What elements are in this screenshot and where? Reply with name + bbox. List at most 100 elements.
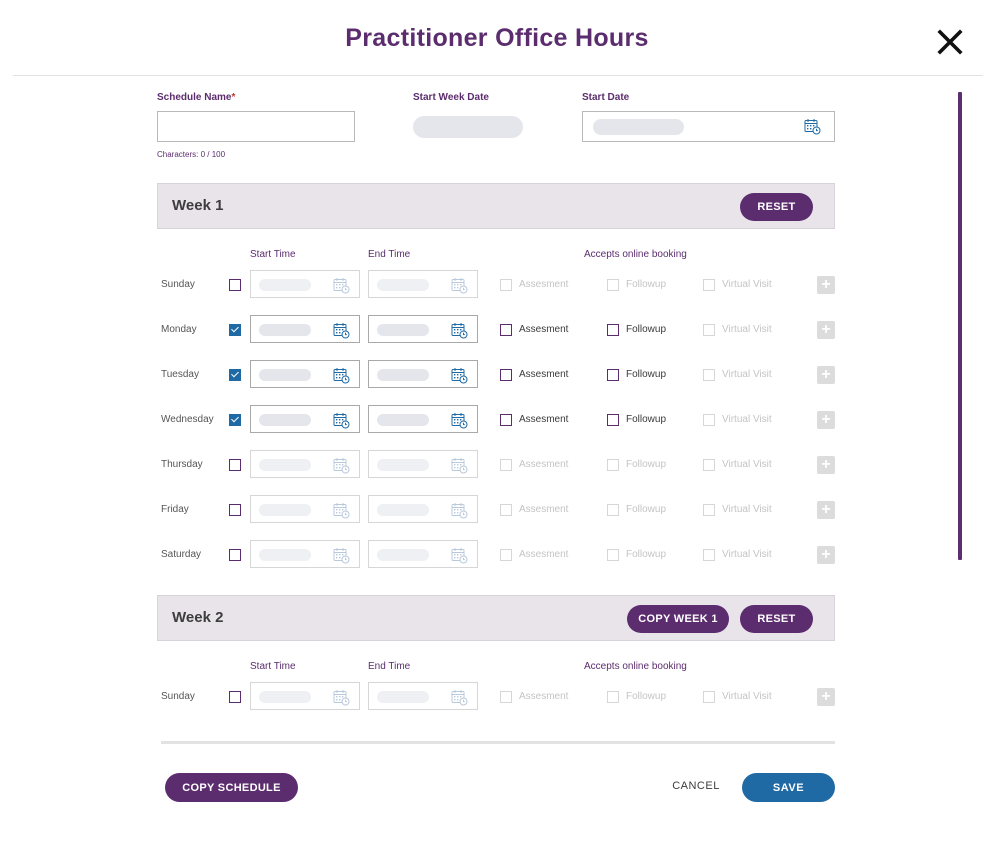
followup-label: Followup [626, 691, 667, 702]
followup-checkbox[interactable] [607, 691, 619, 703]
add-time-slot-button[interactable]: + [817, 501, 835, 519]
end-time-input[interactable] [368, 540, 478, 568]
day-row-monday: Monday Assesment Followup Virtual Visit + [157, 315, 837, 345]
day-enabled-checkbox[interactable] [229, 691, 241, 703]
start-time-value [259, 691, 311, 703]
assessment-label: Assesment [519, 279, 569, 290]
add-time-slot-button[interactable]: + [817, 366, 835, 384]
assessment-checkbox[interactable] [500, 504, 512, 516]
day-enabled-checkbox[interactable] [229, 459, 241, 471]
cancel-button[interactable]: CANCEL [664, 780, 728, 796]
day-enabled-checkbox[interactable] [229, 504, 241, 516]
calendar-icon[interactable] [333, 457, 350, 474]
day-name: Thursday [161, 459, 203, 470]
add-time-slot-button[interactable]: + [817, 546, 835, 564]
calendar-icon[interactable] [451, 457, 468, 474]
virtual-visit-checkbox[interactable] [703, 414, 715, 426]
calendar-icon[interactable] [333, 412, 350, 429]
calendar-icon[interactable] [333, 367, 350, 384]
start-time-input[interactable] [250, 315, 360, 343]
day-enabled-checkbox[interactable] [229, 279, 241, 291]
copy-schedule-button[interactable]: COPY SCHEDULE [165, 773, 298, 802]
calendar-icon[interactable] [804, 118, 821, 135]
calendar-icon[interactable] [451, 689, 468, 706]
end-time-input[interactable] [368, 360, 478, 388]
assessment-checkbox[interactable] [500, 691, 512, 703]
calendar-icon[interactable] [451, 412, 468, 429]
calendar-icon[interactable] [451, 322, 468, 339]
virtual-visit-checkbox[interactable] [703, 459, 715, 471]
add-time-slot-button[interactable]: + [817, 276, 835, 294]
assessment-checkbox[interactable] [500, 369, 512, 381]
add-time-slot-button[interactable]: + [817, 456, 835, 474]
virtual-visit-checkbox[interactable] [703, 549, 715, 561]
calendar-icon[interactable] [333, 322, 350, 339]
day-enabled-checkbox[interactable] [229, 369, 241, 381]
start-time-input[interactable] [250, 495, 360, 523]
virtual-visit-checkbox[interactable] [703, 504, 715, 516]
followup-checkbox[interactable] [607, 549, 619, 561]
assessment-checkbox[interactable] [500, 459, 512, 471]
copy-week-1-button[interactable]: COPY WEEK 1 [627, 605, 729, 633]
day-name: Tuesday [161, 369, 199, 380]
header-divider [13, 75, 983, 76]
followup-checkbox[interactable] [607, 369, 619, 381]
virtual-visit-checkbox[interactable] [703, 691, 715, 703]
end-time-input[interactable] [368, 682, 478, 710]
day-name: Saturday [161, 549, 202, 560]
virtual-visit-checkbox[interactable] [703, 369, 715, 381]
plus-icon: + [821, 546, 831, 563]
reset-week-2-button[interactable]: RESET [740, 605, 813, 633]
assessment-label: Assesment [519, 414, 569, 425]
calendar-icon[interactable] [333, 547, 350, 564]
calendar-icon[interactable] [451, 277, 468, 294]
end-time-input[interactable] [368, 405, 478, 433]
followup-checkbox[interactable] [607, 279, 619, 291]
start-time-input[interactable] [250, 360, 360, 388]
followup-checkbox[interactable] [607, 504, 619, 516]
followup-checkbox[interactable] [607, 459, 619, 471]
reset-week-1-button[interactable]: RESET [740, 193, 813, 221]
followup-checkbox[interactable] [607, 414, 619, 426]
calendar-icon[interactable] [451, 502, 468, 519]
end-time-input[interactable] [368, 270, 478, 298]
add-time-slot-button[interactable]: + [817, 321, 835, 339]
start-time-header: Start Time [250, 249, 296, 260]
start-time-input[interactable] [250, 682, 360, 710]
online-booking-header: Accepts online booking [584, 661, 687, 672]
save-button[interactable]: SAVE [742, 773, 835, 802]
end-time-value [377, 414, 429, 426]
close-button[interactable] [936, 28, 964, 56]
add-time-slot-button[interactable]: + [817, 688, 835, 706]
day-name: Sunday [161, 691, 195, 702]
calendar-icon[interactable] [451, 367, 468, 384]
end-time-input[interactable] [368, 495, 478, 523]
assessment-checkbox[interactable] [500, 414, 512, 426]
calendar-icon[interactable] [333, 689, 350, 706]
assessment-checkbox[interactable] [500, 549, 512, 561]
start-time-input[interactable] [250, 540, 360, 568]
assessment-checkbox[interactable] [500, 324, 512, 336]
start-time-input[interactable] [250, 270, 360, 298]
calendar-icon[interactable] [451, 547, 468, 564]
end-time-value [377, 324, 429, 336]
followup-label: Followup [626, 549, 667, 560]
followup-checkbox[interactable] [607, 324, 619, 336]
virtual-visit-checkbox[interactable] [703, 279, 715, 291]
end-time-input[interactable] [368, 450, 478, 478]
end-time-input[interactable] [368, 315, 478, 343]
calendar-icon[interactable] [333, 277, 350, 294]
day-enabled-checkbox[interactable] [229, 549, 241, 561]
virtual-visit-checkbox[interactable] [703, 324, 715, 336]
day-enabled-checkbox[interactable] [229, 414, 241, 426]
day-enabled-checkbox[interactable] [229, 324, 241, 336]
start-time-input[interactable] [250, 405, 360, 433]
scrollbar[interactable] [958, 92, 962, 560]
start-time-value [259, 504, 311, 516]
start-time-input[interactable] [250, 450, 360, 478]
schedule-name-input[interactable] [157, 111, 355, 142]
start-date-input[interactable] [582, 111, 835, 142]
add-time-slot-button[interactable]: + [817, 411, 835, 429]
calendar-icon[interactable] [333, 502, 350, 519]
assessment-checkbox[interactable] [500, 279, 512, 291]
